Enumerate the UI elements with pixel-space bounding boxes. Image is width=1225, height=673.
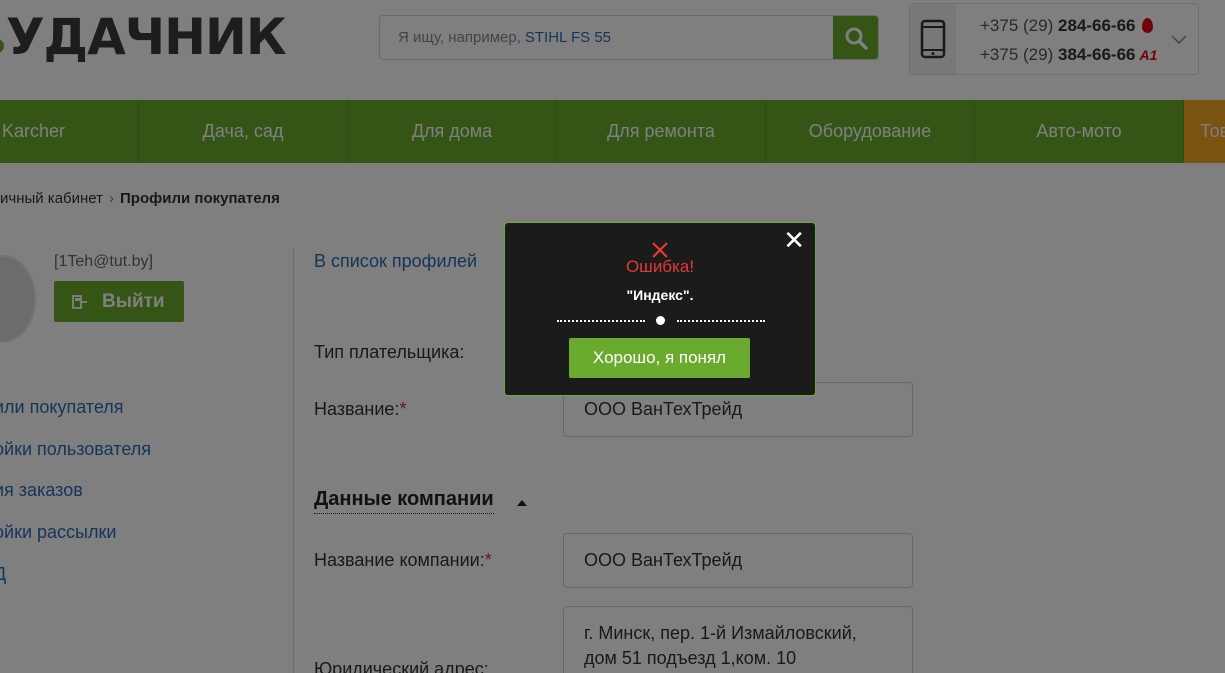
error-modal: ✕ Ошибка! "Индекс". Хорошо, я понял <box>504 222 816 396</box>
ok-button[interactable]: Хорошо, я понял <box>569 338 750 378</box>
divider-dotted-right <box>677 320 765 322</box>
divider-dotted-left <box>557 320 645 322</box>
modal-divider <box>557 315 765 327</box>
close-icon[interactable]: ✕ <box>783 226 805 256</box>
divider-dot-icon <box>656 316 665 325</box>
modal-message: "Индекс". <box>626 287 694 303</box>
modal-title: Ошибка! <box>625 257 695 276</box>
